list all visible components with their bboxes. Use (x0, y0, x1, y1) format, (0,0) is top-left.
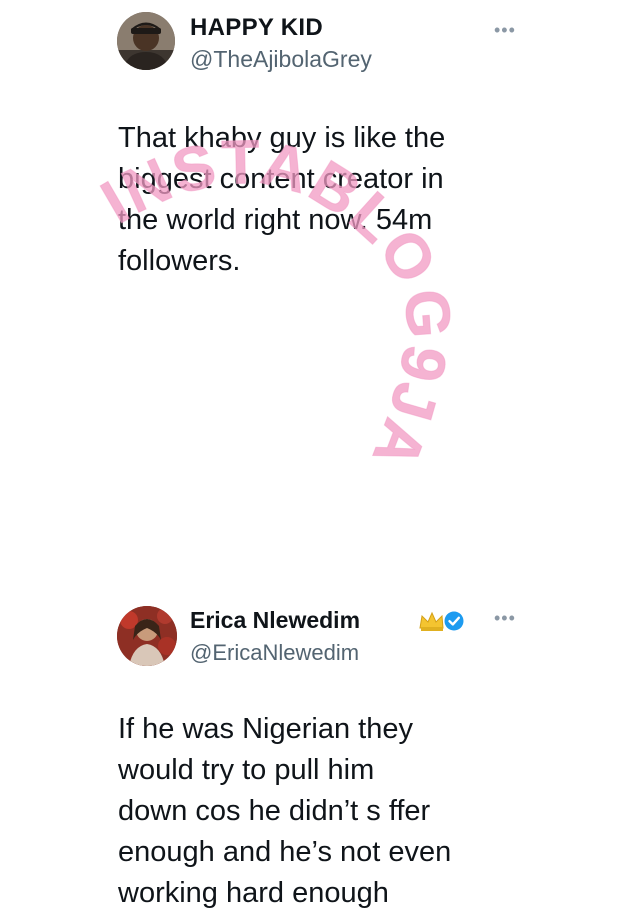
avatar-photo-icon (117, 12, 175, 70)
avatar[interactable] (117, 12, 175, 70)
watermark-overlay: INSTABLOG9JA (90, 127, 461, 480)
tweet-text: That khaby guy is like the biggest conte… (118, 122, 446, 277)
user-handle[interactable]: @EricaNlewedim (190, 640, 359, 666)
more-options-icon[interactable]: ••• (494, 20, 516, 41)
name-badges (419, 611, 464, 631)
verified-badge-icon (444, 611, 464, 631)
more-options-icon[interactable]: ••• (494, 608, 516, 629)
user-handle[interactable]: @TheAjibolaGrey (190, 46, 372, 73)
avatar-photo-icon (117, 606, 177, 666)
avatar[interactable] (117, 606, 177, 666)
crown-emoji-icon (419, 611, 444, 631)
display-name[interactable]: Erica Nlewedim (190, 607, 360, 634)
display-name[interactable]: HAPPY KID (190, 14, 323, 42)
screenshot-card: HAPPY KID @TheAjibolaGrey ••• That khaby… (0, 0, 629, 909)
tweet-text: If he was Nigerian they would try to pul… (118, 713, 452, 909)
